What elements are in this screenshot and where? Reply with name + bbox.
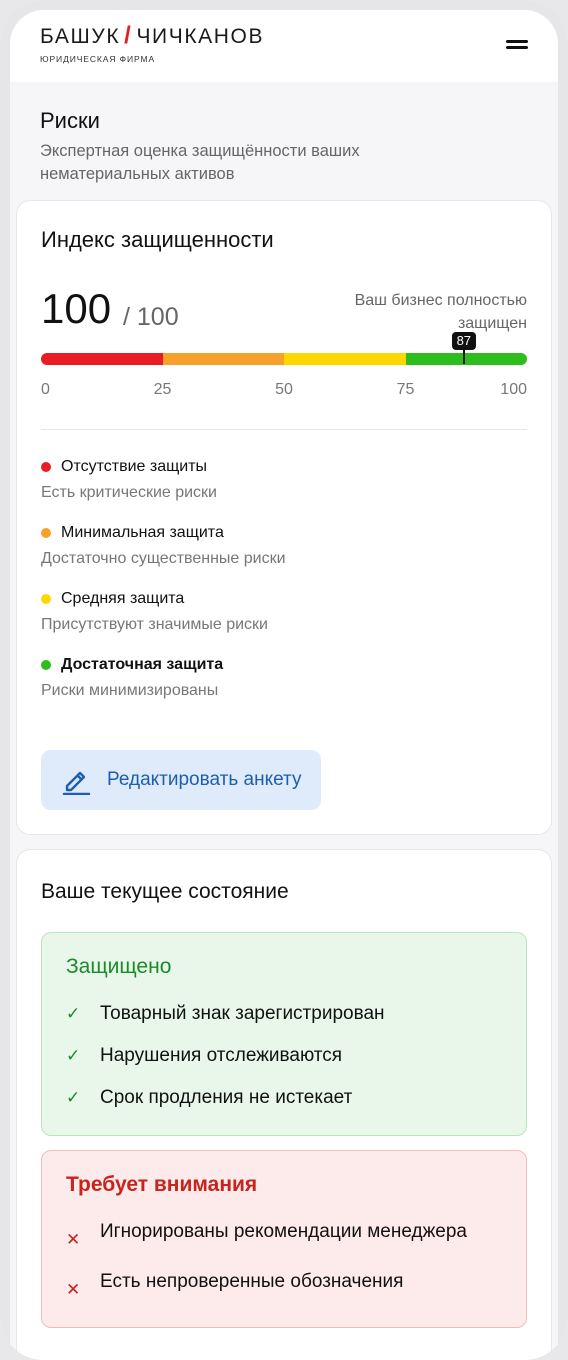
score-max: / 100 (123, 303, 179, 331)
attention-box: Требует внимания ✕ Игнорированы рекоменд… (41, 1150, 527, 1328)
attention-title: Требует внимания (66, 1173, 258, 1196)
status-title: Ваше текущее состояние (41, 880, 289, 903)
cross-icon: ✕ (66, 1230, 81, 1249)
protected-item: ✓ Нарушения отслеживаются (66, 1041, 502, 1071)
divider (41, 429, 527, 430)
check-icon: ✓ (66, 1046, 81, 1065)
check-icon: ✓ (66, 1004, 81, 1023)
legend-item: Минимальная защита Достаточно существенн… (41, 524, 527, 568)
legend-label: Минимальная защита (61, 524, 224, 541)
page-header: Риски Экспертная оценка защищённости ваш… (10, 82, 558, 200)
brand-name-left: БАШУК (40, 25, 121, 48)
brand-subtitle: ЮРИДИЧЕСКАЯ ФИРМА (40, 54, 156, 64)
scale-segment-red (41, 353, 163, 365)
scale-segment-yellow (284, 353, 406, 365)
legend-dot (41, 594, 51, 604)
score-note: Ваш бизнес полностью защищен (354, 292, 527, 332)
tick-label: 50 (275, 381, 293, 398)
page-title: Риски (40, 108, 100, 133)
tick-label: 25 (153, 381, 172, 398)
legend-item: Достаточная защита Риски минимизированы (41, 656, 527, 700)
legend-description: Есть критические риски (41, 484, 217, 501)
protected-item-text: Товарный знак зарегистрирован (100, 1003, 385, 1024)
attention-item: ✕ Есть непроверенные обозначения (66, 1267, 502, 1305)
legend-label: Отсутствие защиты (61, 458, 208, 475)
current-status-card: Ваше текущее состояние Защищено ✓ Товарн… (16, 849, 552, 1360)
protected-item-text: Нарушения отслеживаются (100, 1045, 343, 1066)
protected-title: Защищено (66, 955, 172, 978)
check-icon: ✓ (66, 1088, 81, 1107)
marker-badge: 87 (451, 332, 477, 350)
marker-line (462, 350, 465, 364)
tick-label: 75 (396, 381, 415, 398)
legend-dot (41, 462, 51, 472)
attention-item-text: Игнорированы рекомендации менеджера (100, 1221, 467, 1242)
legend: Отсутствие защиты Есть критические риски… (41, 458, 527, 700)
score-value: 100 (41, 285, 112, 332)
protected-item-text: Срок продления не истекает (100, 1087, 353, 1108)
legend-item: Отсутствие защиты Есть критические риски (41, 458, 527, 502)
screen: БАШУК / ЧИЧКАНОВ ЮРИДИЧЕСКАЯ ФИРМА Риски Э… (10, 10, 558, 1360)
protection-index-card: Индекс защищенности 100 / 100 Ваш бизнес… (16, 200, 552, 835)
brand-name-right: ЧИЧКАНОВ (136, 25, 265, 48)
menu-icon[interactable] (506, 40, 528, 54)
legend-dot (41, 528, 51, 538)
legend-label: Средняя защита (61, 590, 185, 607)
brand-name: БАШУК / ЧИЧКАНОВ (40, 22, 264, 50)
protected-item: ✓ Товарный знак зарегистрирован (66, 999, 502, 1029)
brand-logo[interactable]: БАШУК / ЧИЧКАНОВ ЮРИДИЧЕСКАЯ ФИРМА (40, 22, 264, 64)
legend-description: Присутствуют значимые риски (41, 616, 268, 633)
device-frame: БАШУК / ЧИЧКАНОВ ЮРИДИЧЕСКАЯ ФИРМА Риски Э… (0, 0, 568, 1360)
protection-scale: 87 (41, 332, 527, 367)
legend-dot (41, 660, 51, 670)
card-title: Индекс защищенности (41, 227, 274, 252)
attention-item: ✕ Игнорированы рекомендации менеджера (66, 1217, 502, 1255)
brand-slash: / (124, 22, 133, 49)
legend-description: Достаточно существенные риски (41, 550, 286, 567)
protected-item: ✓ Срок продления не истекает (66, 1083, 502, 1113)
page-subtitle: Экспертная оценка защищённости ваших нем… (40, 142, 360, 183)
header: БАШУК / ЧИЧКАНОВ ЮРИДИЧЕСКАЯ ФИРМА (10, 10, 558, 82)
legend-label: Достаточная защита (61, 656, 224, 673)
scale-marker: 87 (449, 332, 479, 364)
tick-label: 0 (41, 381, 50, 398)
tick-label: 100 (500, 381, 527, 398)
scale-segment-orange (162, 353, 284, 365)
attention-item-text: Есть непроверенные обозначения (100, 1271, 404, 1292)
cross-icon: ✕ (66, 1280, 81, 1299)
edit-button-label: Редактировать анкету (107, 769, 302, 790)
protected-box: Защищено ✓ Товарный знак зарегистрирован… (41, 932, 527, 1136)
legend-description: Риски минимизированы (41, 682, 219, 699)
legend-item: Средняя защита Присутствуют значимые рис… (41, 590, 527, 634)
pencil-icon (62, 771, 91, 795)
scale-ticks: 0 25 50 75 100 (41, 381, 527, 403)
edit-questionnaire-button[interactable]: Редактировать анкету (41, 750, 322, 810)
